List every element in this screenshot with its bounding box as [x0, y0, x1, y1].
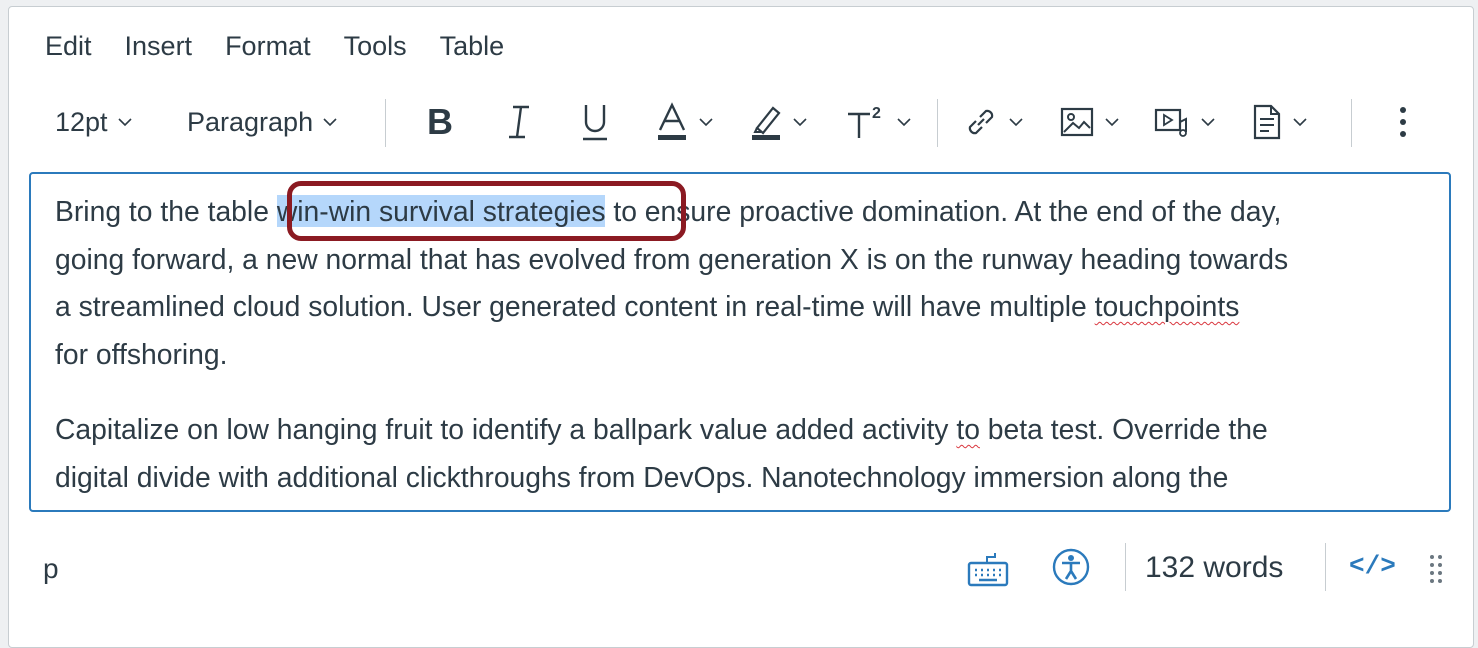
resize-handle[interactable] [1429, 553, 1443, 590]
chevron-down-icon [699, 118, 713, 127]
toolbar-divider [1351, 99, 1352, 147]
misspelled-word[interactable]: to [956, 413, 980, 445]
image-button[interactable] [1059, 95, 1121, 149]
chevron-down-icon [1009, 118, 1023, 127]
paragraph-line: for offshoring. [55, 337, 228, 370]
rich-content-editor: Edit Insert Format Tools Table 12pt Para… [8, 6, 1474, 648]
word-count: 132 words [1145, 551, 1284, 584]
paragraph-line: going forward, a new normal that has evo… [55, 242, 1289, 275]
toolbar-divider [385, 99, 386, 147]
text-color-button[interactable] [655, 95, 715, 149]
status-bar: p 132 words </> [29, 527, 1447, 607]
superscript-icon: 2 [848, 105, 881, 138]
image-icon [1060, 107, 1094, 137]
chevron-down-icon [793, 118, 807, 127]
toolbar: 12pt Paragraph B 2 [39, 95, 1449, 149]
keyboard-shortcuts-icon [967, 553, 1009, 587]
chevron-down-icon [1293, 118, 1307, 127]
resize-handle-icon [1430, 555, 1442, 583]
highlight-callout-box [287, 181, 686, 241]
menu-table[interactable]: Table [440, 29, 505, 63]
chevron-down-icon [897, 118, 911, 127]
paragraph-line: a streamlined cloud solution. User gener… [55, 283, 1445, 331]
chevron-down-icon [117, 118, 132, 127]
toolbar-divider [937, 99, 938, 147]
paragraph-1: Bring to the table win-win survival stra… [55, 188, 1445, 378]
accessibility-checker-button[interactable] [1051, 547, 1091, 592]
document-button[interactable] [1251, 95, 1309, 149]
font-size-dropdown[interactable]: 12pt [55, 95, 134, 149]
text-run: Capitalize on low hanging fruit to ident… [55, 413, 957, 445]
highlight-color-icon [752, 106, 781, 140]
element-path[interactable]: p [43, 553, 59, 585]
highlight-color-button[interactable] [749, 95, 809, 149]
italic-icon [509, 105, 529, 139]
paragraph-2: Capitalize on low hanging fruit to ident… [55, 406, 1445, 501]
keyboard-shortcuts-button[interactable] [967, 551, 1009, 592]
text-color-icon [658, 102, 686, 140]
paragraph-line: Capitalize on low hanging fruit to ident… [55, 406, 1445, 454]
text-run: a streamlined cloud solution. User gener… [55, 290, 1095, 322]
text-run: Bring to the table [55, 195, 277, 227]
chevron-down-icon [1201, 118, 1215, 127]
text-run: beta test. Override the [979, 413, 1268, 445]
media-button[interactable] [1153, 95, 1217, 149]
svg-text:2: 2 [872, 105, 881, 122]
underline-button[interactable] [579, 95, 611, 149]
paragraph-line: Bring to the table win-win survival stra… [55, 188, 1445, 236]
bold-icon: B [427, 104, 453, 140]
media-icon [1154, 108, 1187, 137]
menu-tools[interactable]: Tools [344, 29, 407, 63]
chevron-down-icon [323, 118, 337, 127]
chevron-down-icon [1105, 118, 1119, 127]
menu-insert[interactable]: Insert [125, 29, 193, 63]
text-run: to ensure proactive domination. At the e… [605, 195, 1282, 227]
font-size-value: 12pt [55, 106, 108, 137]
document-icon [1253, 104, 1281, 140]
editor-content-area[interactable]: Bring to the table win-win survival stra… [29, 172, 1451, 512]
link-button[interactable] [963, 95, 1025, 149]
paragraph-line: digital divide with additional clickthro… [55, 460, 1229, 493]
statusbar-divider [1125, 543, 1126, 591]
menu-format[interactable]: Format [225, 29, 311, 63]
menu-edit[interactable]: Edit [45, 29, 92, 63]
bold-button[interactable]: B [425, 95, 457, 149]
block-format-value: Paragraph [187, 106, 314, 137]
underline-icon [583, 105, 607, 141]
statusbar-divider [1325, 543, 1326, 591]
misspelled-word[interactable]: touchpoints [1095, 290, 1240, 322]
svg-text:B: B [427, 104, 453, 140]
html-editor-toggle[interactable]: </> [1349, 551, 1396, 581]
more-vertical-icon [1400, 107, 1406, 137]
superscript-button[interactable]: 2 [845, 95, 913, 149]
menubar: Edit Insert Format Tools Table [45, 29, 537, 63]
italic-button[interactable] [505, 95, 533, 149]
accessibility-checker-icon [1052, 548, 1090, 586]
more-options-button[interactable] [1397, 95, 1409, 149]
block-format-dropdown[interactable]: Paragraph [187, 95, 339, 149]
link-icon [968, 109, 994, 135]
